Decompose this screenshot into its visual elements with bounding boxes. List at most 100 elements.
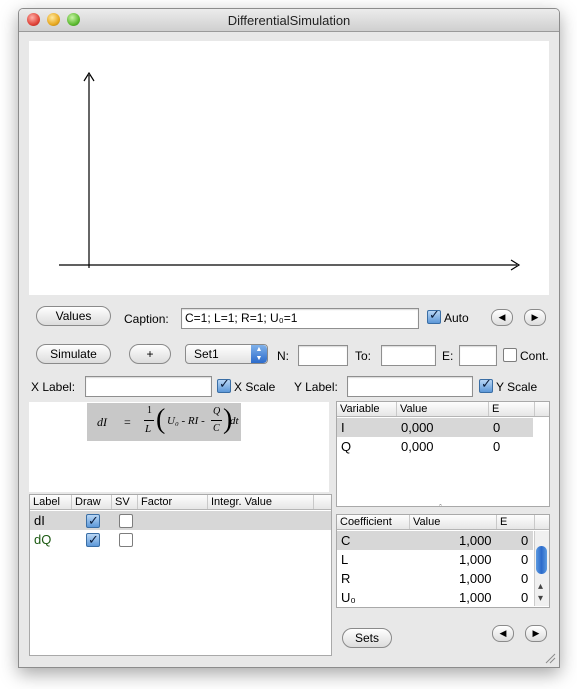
- formula-num: 1: [147, 405, 152, 416]
- scroll-thumb[interactable]: [536, 546, 547, 574]
- variables-table-header: Variable Value E: [337, 402, 549, 417]
- variable-value: 0,000: [401, 439, 434, 454]
- set-select[interactable]: Set1 ▲ ▼: [185, 344, 268, 364]
- equations-table[interactable]: Label Draw SV Factor Integr. Value dI ✓ …: [29, 494, 332, 656]
- formula-q: Q: [213, 406, 221, 417]
- variables-table[interactable]: Variable Value E I 0,000 0 Q 0,000 0: [336, 401, 550, 507]
- equation-label: dQ: [34, 532, 52, 547]
- scroll-up-icon[interactable]: ▴: [538, 581, 543, 592]
- variable-e: 0: [493, 439, 501, 454]
- column-header-draw[interactable]: Draw: [72, 495, 112, 509]
- sv-checkbox[interactable]: [119, 533, 133, 547]
- coefficient-e: 0: [521, 571, 529, 586]
- caption-input[interactable]: C=1; L=1; R=1; U₀=1: [181, 308, 419, 329]
- coefficient-e: 0: [521, 590, 529, 605]
- check-icon: ✓: [481, 376, 492, 391]
- column-header-variable[interactable]: Variable: [337, 402, 397, 416]
- coefficient-value: 1,000: [459, 590, 492, 605]
- y-scale-checkbox[interactable]: ✓: [479, 376, 493, 393]
- scroll-down-icon[interactable]: ▾: [538, 593, 543, 604]
- formula-lhs: dI: [97, 415, 107, 429]
- values-button[interactable]: Values: [36, 306, 111, 326]
- y-label-label: Y Label:: [294, 380, 338, 394]
- sets-button[interactable]: Sets: [342, 628, 392, 648]
- column-header-label[interactable]: Label: [30, 495, 72, 509]
- formula-den: L: [145, 423, 152, 435]
- formula-dt: dt: [230, 415, 239, 427]
- plot-area[interactable]: [29, 41, 549, 295]
- coefficient-e: 0: [521, 552, 529, 567]
- fraction-bar: [211, 420, 222, 421]
- to-input[interactable]: [381, 345, 436, 366]
- table-row[interactable]: L 1,000 0: [337, 550, 533, 569]
- coefficient-value: 1,000: [459, 552, 492, 567]
- prev-left-icon[interactable]: ◀: [492, 625, 514, 642]
- add-button[interactable]: +: [129, 344, 171, 364]
- caption-label: Caption:: [124, 312, 169, 326]
- check-icon: ✓: [88, 532, 99, 547]
- formula-term: U₀ - RI -: [167, 415, 205, 427]
- formula-eq: =: [124, 415, 131, 429]
- coefficient-name: R: [341, 571, 351, 586]
- column-header-coefficient[interactable]: Coefficient: [337, 515, 410, 529]
- cont-checkbox[interactable]: [503, 348, 517, 362]
- formula-image: dI = 1 L ( U₀ - RI - Q C ) dt: [87, 403, 241, 441]
- table-row[interactable]: dQ ✓: [30, 530, 331, 549]
- open-paren: (: [156, 404, 166, 435]
- table-row[interactable]: I 0,000 0: [337, 418, 533, 437]
- draw-checkbox[interactable]: ✓: [86, 532, 100, 547]
- next-right-icon[interactable]: ▶: [525, 625, 547, 642]
- variable-name: I: [341, 420, 345, 435]
- variable-e: 0: [493, 420, 501, 435]
- y-label-input[interactable]: [347, 376, 473, 397]
- cont-label: Cont.: [520, 349, 549, 363]
- column-header-value[interactable]: Value: [410, 515, 497, 529]
- select-arrows-icon: ▲ ▼: [251, 345, 267, 363]
- coefficient-name: C: [341, 533, 351, 548]
- n-input[interactable]: [298, 345, 348, 366]
- draw-checkbox[interactable]: ✓: [86, 513, 100, 528]
- table-row[interactable]: U₀ 1,000 0: [337, 588, 533, 607]
- n-label: N:: [277, 349, 289, 363]
- to-label: To:: [355, 349, 372, 363]
- coefficients-scrollbar[interactable]: ▴ ▾: [534, 531, 549, 606]
- check-icon: ✓: [88, 513, 99, 528]
- y-scale-label: Y Scale: [496, 380, 538, 394]
- plot-axes: [59, 71, 521, 271]
- next-right-icon[interactable]: ▶: [524, 309, 546, 326]
- coefficients-table-header: Coefficient Value E: [337, 515, 549, 530]
- formula-c: C: [213, 423, 220, 434]
- sv-checkbox[interactable]: [119, 514, 133, 528]
- table-row[interactable]: C 1,000 0: [337, 531, 533, 550]
- set-select-value: Set1: [194, 347, 219, 361]
- splitter-handle-icon[interactable]: ˆ: [439, 503, 442, 513]
- column-header-e[interactable]: E: [497, 515, 535, 529]
- app-window: DifferentialSimulation Values Caption: C…: [18, 8, 560, 668]
- table-row[interactable]: R 1,000 0: [337, 569, 533, 588]
- auto-checkbox[interactable]: ✓: [427, 307, 441, 324]
- table-row[interactable]: Q 0,000 0: [337, 437, 533, 456]
- title-bar[interactable]: DifferentialSimulation: [19, 9, 559, 32]
- table-row[interactable]: dI ✓: [30, 511, 331, 530]
- auto-label: Auto: [444, 311, 469, 325]
- coefficient-value: 1,000: [459, 571, 492, 586]
- x-label-input[interactable]: [85, 376, 212, 397]
- x-label-label: X Label:: [31, 380, 76, 394]
- x-scale-checkbox[interactable]: ✓: [217, 376, 231, 393]
- coefficient-e: 0: [521, 533, 529, 548]
- equation-label: dI: [34, 513, 45, 528]
- e-input[interactable]: [459, 345, 497, 366]
- column-header-factor[interactable]: Factor: [138, 495, 208, 509]
- column-header-e[interactable]: E: [489, 402, 535, 416]
- window-title: DifferentialSimulation: [227, 13, 351, 28]
- column-header-integr-value[interactable]: Integr. Value: [208, 495, 314, 509]
- coefficient-name: U₀: [341, 590, 356, 605]
- resize-grip-icon[interactable]: [544, 652, 556, 664]
- check-icon: ✓: [429, 307, 440, 322]
- prev-left-icon[interactable]: ◀: [491, 309, 513, 326]
- column-header-sv[interactable]: SV: [112, 495, 138, 509]
- column-header-value[interactable]: Value: [397, 402, 489, 416]
- coefficients-table[interactable]: Coefficient Value E C 1,000 0 L 1,000 0 …: [336, 514, 550, 608]
- simulate-button[interactable]: Simulate: [36, 344, 111, 364]
- x-scale-label: X Scale: [234, 380, 276, 394]
